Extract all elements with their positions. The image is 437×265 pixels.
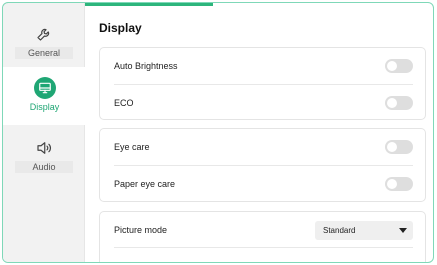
setting-label: Auto Brightness	[114, 61, 178, 71]
eye-care-toggle[interactable]	[385, 140, 413, 154]
page-title: Display	[99, 21, 142, 35]
setting-row-auto-brightness: Auto Brightness	[100, 48, 425, 84]
settings-card-brightness: Auto Brightness ECO	[99, 47, 426, 120]
sidebar-item-audio[interactable]: Audio	[3, 131, 85, 189]
auto-brightness-toggle[interactable]	[385, 59, 413, 73]
select-value: Standard	[323, 225, 356, 235]
paper-eye-care-toggle[interactable]	[385, 177, 413, 191]
settings-window: General Display Audio Display Auto Brigh…	[2, 2, 434, 263]
setting-row-eye-care: Eye care	[100, 129, 425, 165]
monitor-icon	[33, 77, 56, 99]
setting-label: ECO	[114, 98, 134, 108]
eco-toggle[interactable]	[385, 96, 413, 110]
sidebar-item-label: Display	[29, 102, 60, 112]
settings-content: Display Auto Brightness ECO Eye care Pap…	[99, 3, 433, 262]
divider	[114, 247, 413, 248]
wrench-icon	[33, 23, 55, 45]
toggle-knob	[387, 61, 397, 71]
setting-row-eco: ECO	[100, 85, 425, 121]
setting-label: Eye care	[114, 142, 150, 152]
sidebar-item-label: Audio	[15, 161, 73, 173]
setting-row-paper-eye-care: Paper eye care	[100, 166, 425, 202]
caret-down-icon	[399, 227, 407, 233]
toggle-knob	[387, 142, 397, 152]
sidebar-item-label: General	[15, 47, 73, 59]
setting-label: Picture mode	[114, 225, 168, 235]
setting-label: Paper eye care	[114, 179, 176, 189]
setting-row-picture-mode: Picture mode Standard	[100, 212, 425, 248]
sidebar-item-display[interactable]: Display	[3, 67, 86, 125]
settings-card-picture: Picture mode Standard	[99, 211, 426, 262]
picture-mode-select[interactable]: Standard	[315, 220, 413, 240]
sidebar: General Display Audio	[3, 3, 86, 262]
toggle-knob	[387, 98, 397, 108]
toggle-knob	[387, 179, 397, 189]
settings-card-eye-care: Eye care Paper eye care	[99, 128, 426, 202]
speaker-icon	[33, 137, 55, 159]
